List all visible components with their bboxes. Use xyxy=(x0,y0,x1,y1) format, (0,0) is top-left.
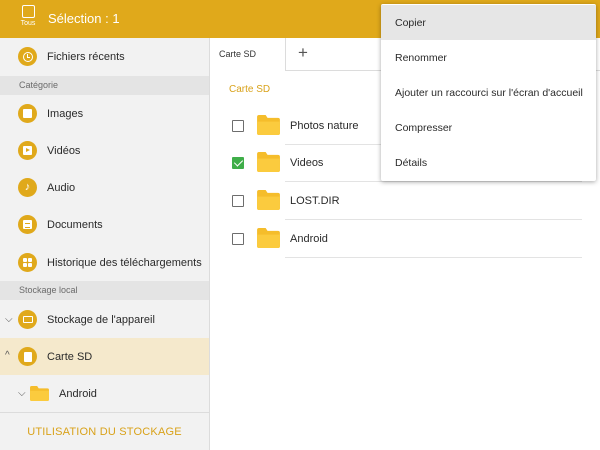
sidebar-item-device-storage[interactable]: ⌵ Stockage de l'appareil xyxy=(0,301,209,338)
sidebar-item-label: Historique des téléchargements xyxy=(47,256,202,269)
menu-item-label: Compresser xyxy=(395,122,453,134)
sidebar-item-documents[interactable]: Documents xyxy=(0,206,209,243)
sidebar-item-android-folder[interactable]: ⌵ Android xyxy=(0,375,209,412)
list-item[interactable]: LOST.DIR xyxy=(210,183,582,220)
row-divider xyxy=(285,219,582,220)
menu-item-compress[interactable]: Compresser xyxy=(381,110,596,145)
context-menu: Copier Renommer Ajouter un raccourci sur… xyxy=(381,4,596,181)
folder-icon xyxy=(30,386,49,401)
section-header-label: Stockage local xyxy=(19,285,78,295)
sidebar-item-label: Audio xyxy=(47,181,76,194)
music-note-icon: ♪ xyxy=(18,178,37,197)
list-item[interactable]: Android xyxy=(210,221,582,258)
file-name: Photos nature xyxy=(290,120,359,132)
clock-icon xyxy=(18,47,37,66)
file-name: Videos xyxy=(290,157,324,169)
section-header-label: Catégorie xyxy=(19,80,59,90)
sidebar-item-label: Carte SD xyxy=(47,350,93,363)
video-icon xyxy=(18,141,37,160)
menu-item-label: Détails xyxy=(395,157,428,169)
breadcrumb[interactable]: Carte SD xyxy=(229,84,270,95)
sidebar-item-recent-files[interactable]: Fichiers récents xyxy=(0,38,209,75)
chevron-down-icon[interactable]: ⌵ xyxy=(5,314,13,325)
file-name: LOST.DIR xyxy=(290,195,340,207)
menu-item-label: Copier xyxy=(395,17,426,29)
sidebar-item-audio[interactable]: ♪ Audio xyxy=(0,169,209,206)
tab-sd-card[interactable]: Carte SD xyxy=(210,38,286,71)
sidebar: Fichiers récents Catégorie Images Vidéos… xyxy=(0,38,210,450)
file-name: Android xyxy=(290,233,328,245)
menu-item-label: Ajouter un raccourci sur l'écran d'accue… xyxy=(395,87,583,99)
add-tab-button[interactable]: + xyxy=(293,43,313,63)
sd-card-icon xyxy=(18,347,37,366)
menu-item-details[interactable]: Détails xyxy=(381,145,596,180)
folder-icon xyxy=(257,115,280,135)
apps-grid-icon xyxy=(18,253,37,272)
sidebar-item-label: Stockage de l'appareil xyxy=(47,313,155,326)
folder-icon xyxy=(257,152,280,172)
menu-item-copy[interactable]: Copier xyxy=(381,5,596,40)
file-checkbox[interactable] xyxy=(232,195,244,207)
storage-usage-button[interactable]: UTILISATION DU STOCKAGE xyxy=(0,412,209,450)
sidebar-item-images[interactable]: Images xyxy=(0,95,209,132)
sidebar-item-label: Vidéos xyxy=(47,144,81,157)
menu-item-rename[interactable]: Renommer xyxy=(381,40,596,75)
sidebar-item-download-history[interactable]: Historique des téléchargements xyxy=(0,244,209,281)
image-icon xyxy=(18,104,37,123)
menu-item-add-home-shortcut[interactable]: Ajouter un raccourci sur l'écran d'accue… xyxy=(381,75,596,110)
sidebar-item-label: Android xyxy=(59,387,97,400)
sidebar-item-label: Fichiers récents xyxy=(47,50,125,63)
section-header-category: Catégorie xyxy=(0,76,209,95)
sidebar-item-label: Images xyxy=(47,107,84,120)
sidebar-item-videos[interactable]: Vidéos xyxy=(0,132,209,169)
file-checkbox-checked[interactable] xyxy=(232,157,244,169)
chevron-up-icon[interactable]: ^ xyxy=(5,350,10,361)
select-all-checkbox[interactable]: Tous xyxy=(17,5,39,27)
sidebar-item-sd-card[interactable]: ^ Carte SD xyxy=(0,338,209,375)
row-divider xyxy=(285,257,582,258)
row-divider xyxy=(285,181,582,182)
folder-icon xyxy=(257,190,280,210)
device-storage-icon xyxy=(18,310,37,329)
sidebar-item-label: Documents xyxy=(47,218,103,231)
menu-item-label: Renommer xyxy=(395,52,447,64)
file-checkbox[interactable] xyxy=(232,233,244,245)
checkbox-icon xyxy=(21,5,35,18)
select-all-label: Tous xyxy=(20,20,36,27)
tab-label: Carte SD xyxy=(219,49,257,59)
section-header-local-storage: Stockage local xyxy=(0,281,209,300)
storage-usage-label: UTILISATION DU STOCKAGE xyxy=(27,426,182,438)
chevron-down-icon[interactable]: ⌵ xyxy=(18,388,26,399)
file-checkbox[interactable] xyxy=(232,120,244,132)
folder-icon xyxy=(257,228,280,248)
selection-count-title: Sélection : 1 xyxy=(48,11,120,26)
document-icon xyxy=(18,215,37,234)
